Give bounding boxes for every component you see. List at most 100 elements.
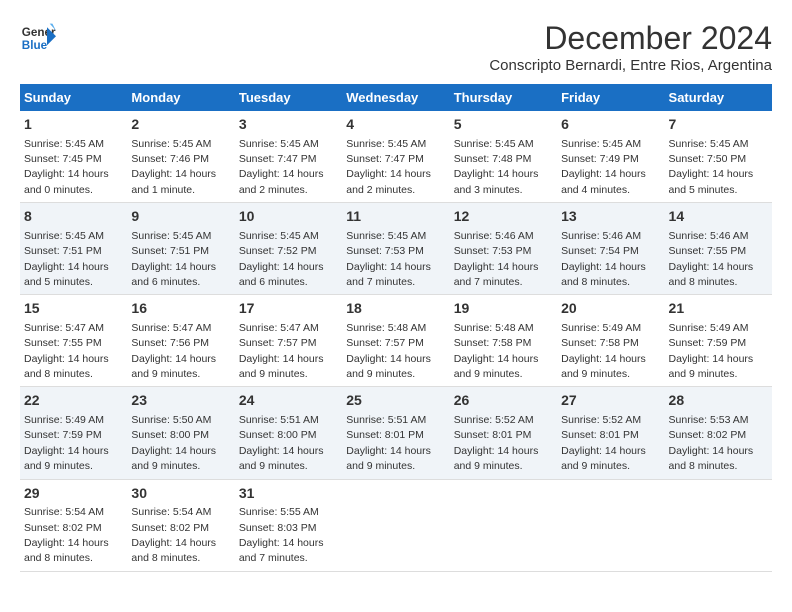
sunrise-text: Sunrise: 5:52 AM xyxy=(454,414,534,426)
sunrise-text: Sunrise: 5:45 AM xyxy=(669,138,749,150)
day-cell: 13 Sunrise: 5:46 AM Sunset: 7:54 PM Dayl… xyxy=(557,203,664,295)
sunset-text: Sunset: 7:53 PM xyxy=(454,245,532,257)
daylight-text: Daylight: 14 hours and 9 minutes. xyxy=(346,445,431,472)
daylight-text: Daylight: 14 hours and 6 minutes. xyxy=(239,261,324,288)
day-number: 5 xyxy=(454,115,553,135)
sunset-text: Sunset: 7:53 PM xyxy=(346,245,424,257)
daylight-text: Daylight: 14 hours and 9 minutes. xyxy=(561,353,646,380)
day-cell: 16 Sunrise: 5:47 AM Sunset: 7:56 PM Dayl… xyxy=(127,295,234,387)
daylight-text: Daylight: 14 hours and 9 minutes. xyxy=(454,445,539,472)
sunrise-text: Sunrise: 5:49 AM xyxy=(561,322,641,334)
day-cell: 15 Sunrise: 5:47 AM Sunset: 7:55 PM Dayl… xyxy=(20,295,127,387)
sunset-text: Sunset: 8:02 PM xyxy=(669,429,747,441)
sunset-text: Sunset: 8:01 PM xyxy=(454,429,532,441)
daylight-text: Daylight: 14 hours and 8 minutes. xyxy=(131,537,216,564)
daylight-text: Daylight: 14 hours and 9 minutes. xyxy=(561,445,646,472)
sunset-text: Sunset: 7:47 PM xyxy=(239,153,317,165)
day-number: 22 xyxy=(24,391,123,411)
sunset-text: Sunset: 7:58 PM xyxy=(454,337,532,349)
sunrise-text: Sunrise: 5:45 AM xyxy=(239,138,319,150)
daylight-text: Daylight: 14 hours and 5 minutes. xyxy=(24,261,109,288)
day-cell xyxy=(342,479,449,571)
day-cell: 18 Sunrise: 5:48 AM Sunset: 7:57 PM Dayl… xyxy=(342,295,449,387)
day-number: 24 xyxy=(239,391,338,411)
daylight-text: Daylight: 14 hours and 3 minutes. xyxy=(454,168,539,195)
day-number: 9 xyxy=(131,207,230,227)
day-number: 14 xyxy=(669,207,768,227)
day-number: 30 xyxy=(131,484,230,504)
daylight-text: Daylight: 14 hours and 9 minutes. xyxy=(131,445,216,472)
day-number: 17 xyxy=(239,299,338,319)
day-number: 19 xyxy=(454,299,553,319)
sunset-text: Sunset: 8:02 PM xyxy=(131,522,209,534)
daylight-text: Daylight: 14 hours and 9 minutes. xyxy=(131,353,216,380)
daylight-text: Daylight: 14 hours and 2 minutes. xyxy=(346,168,431,195)
sunset-text: Sunset: 7:54 PM xyxy=(561,245,639,257)
sunrise-text: Sunrise: 5:54 AM xyxy=(131,506,211,518)
week-row-3: 15 Sunrise: 5:47 AM Sunset: 7:55 PM Dayl… xyxy=(20,295,772,387)
header-day-thursday: Thursday xyxy=(450,84,557,111)
sunrise-text: Sunrise: 5:51 AM xyxy=(239,414,319,426)
day-cell: 8 Sunrise: 5:45 AM Sunset: 7:51 PM Dayli… xyxy=(20,203,127,295)
day-cell: 23 Sunrise: 5:50 AM Sunset: 8:00 PM Dayl… xyxy=(127,387,234,479)
daylight-text: Daylight: 14 hours and 8 minutes. xyxy=(561,261,646,288)
month-title: December 2024 xyxy=(489,20,772,57)
day-cell: 25 Sunrise: 5:51 AM Sunset: 8:01 PM Dayl… xyxy=(342,387,449,479)
day-cell: 14 Sunrise: 5:46 AM Sunset: 7:55 PM Dayl… xyxy=(665,203,772,295)
day-number: 25 xyxy=(346,391,445,411)
day-number: 6 xyxy=(561,115,660,135)
day-cell: 6 Sunrise: 5:45 AM Sunset: 7:49 PM Dayli… xyxy=(557,111,664,203)
sunset-text: Sunset: 7:48 PM xyxy=(454,153,532,165)
sunset-text: Sunset: 8:01 PM xyxy=(561,429,639,441)
daylight-text: Daylight: 14 hours and 9 minutes. xyxy=(239,445,324,472)
sunrise-text: Sunrise: 5:45 AM xyxy=(346,138,426,150)
sunrise-text: Sunrise: 5:49 AM xyxy=(669,322,749,334)
week-row-4: 22 Sunrise: 5:49 AM Sunset: 7:59 PM Dayl… xyxy=(20,387,772,479)
daylight-text: Daylight: 14 hours and 8 minutes. xyxy=(24,353,109,380)
day-cell: 28 Sunrise: 5:53 AM Sunset: 8:02 PM Dayl… xyxy=(665,387,772,479)
daylight-text: Daylight: 14 hours and 9 minutes. xyxy=(346,353,431,380)
sunrise-text: Sunrise: 5:48 AM xyxy=(454,322,534,334)
sunset-text: Sunset: 7:55 PM xyxy=(669,245,747,257)
sunset-text: Sunset: 7:55 PM xyxy=(24,337,102,349)
daylight-text: Daylight: 14 hours and 6 minutes. xyxy=(131,261,216,288)
sunrise-text: Sunrise: 5:45 AM xyxy=(131,138,211,150)
day-cell xyxy=(450,479,557,571)
daylight-text: Daylight: 14 hours and 9 minutes. xyxy=(454,353,539,380)
day-cell: 5 Sunrise: 5:45 AM Sunset: 7:48 PM Dayli… xyxy=(450,111,557,203)
sunrise-text: Sunrise: 5:45 AM xyxy=(561,138,641,150)
daylight-text: Daylight: 14 hours and 8 minutes. xyxy=(669,261,754,288)
daylight-text: Daylight: 14 hours and 7 minutes. xyxy=(239,537,324,564)
svg-text:Blue: Blue xyxy=(22,39,48,52)
day-number: 7 xyxy=(669,115,768,135)
header-day-sunday: Sunday xyxy=(20,84,127,111)
sunrise-text: Sunrise: 5:50 AM xyxy=(131,414,211,426)
sunrise-text: Sunrise: 5:45 AM xyxy=(346,230,426,242)
sunrise-text: Sunrise: 5:53 AM xyxy=(669,414,749,426)
day-number: 16 xyxy=(131,299,230,319)
day-cell: 19 Sunrise: 5:48 AM Sunset: 7:58 PM Dayl… xyxy=(450,295,557,387)
day-number: 13 xyxy=(561,207,660,227)
daylight-text: Daylight: 14 hours and 7 minutes. xyxy=(346,261,431,288)
sunset-text: Sunset: 8:02 PM xyxy=(24,522,102,534)
day-cell: 1 Sunrise: 5:45 AM Sunset: 7:45 PM Dayli… xyxy=(20,111,127,203)
day-number: 28 xyxy=(669,391,768,411)
day-cell: 12 Sunrise: 5:46 AM Sunset: 7:53 PM Dayl… xyxy=(450,203,557,295)
sunset-text: Sunset: 7:46 PM xyxy=(131,153,209,165)
day-number: 11 xyxy=(346,207,445,227)
sunset-text: Sunset: 7:51 PM xyxy=(131,245,209,257)
day-cell: 9 Sunrise: 5:45 AM Sunset: 7:51 PM Dayli… xyxy=(127,203,234,295)
sunrise-text: Sunrise: 5:45 AM xyxy=(24,138,104,150)
header-day-friday: Friday xyxy=(557,84,664,111)
sunrise-text: Sunrise: 5:54 AM xyxy=(24,506,104,518)
sunrise-text: Sunrise: 5:46 AM xyxy=(454,230,534,242)
location-title: Conscripto Bernardi, Entre Rios, Argenti… xyxy=(489,57,772,74)
sunset-text: Sunset: 8:03 PM xyxy=(239,522,317,534)
sunset-text: Sunset: 7:47 PM xyxy=(346,153,424,165)
day-number: 26 xyxy=(454,391,553,411)
sunset-text: Sunset: 7:57 PM xyxy=(239,337,317,349)
day-number: 27 xyxy=(561,391,660,411)
week-row-5: 29 Sunrise: 5:54 AM Sunset: 8:02 PM Dayl… xyxy=(20,479,772,571)
day-cell: 29 Sunrise: 5:54 AM Sunset: 8:02 PM Dayl… xyxy=(20,479,127,571)
day-cell xyxy=(665,479,772,571)
